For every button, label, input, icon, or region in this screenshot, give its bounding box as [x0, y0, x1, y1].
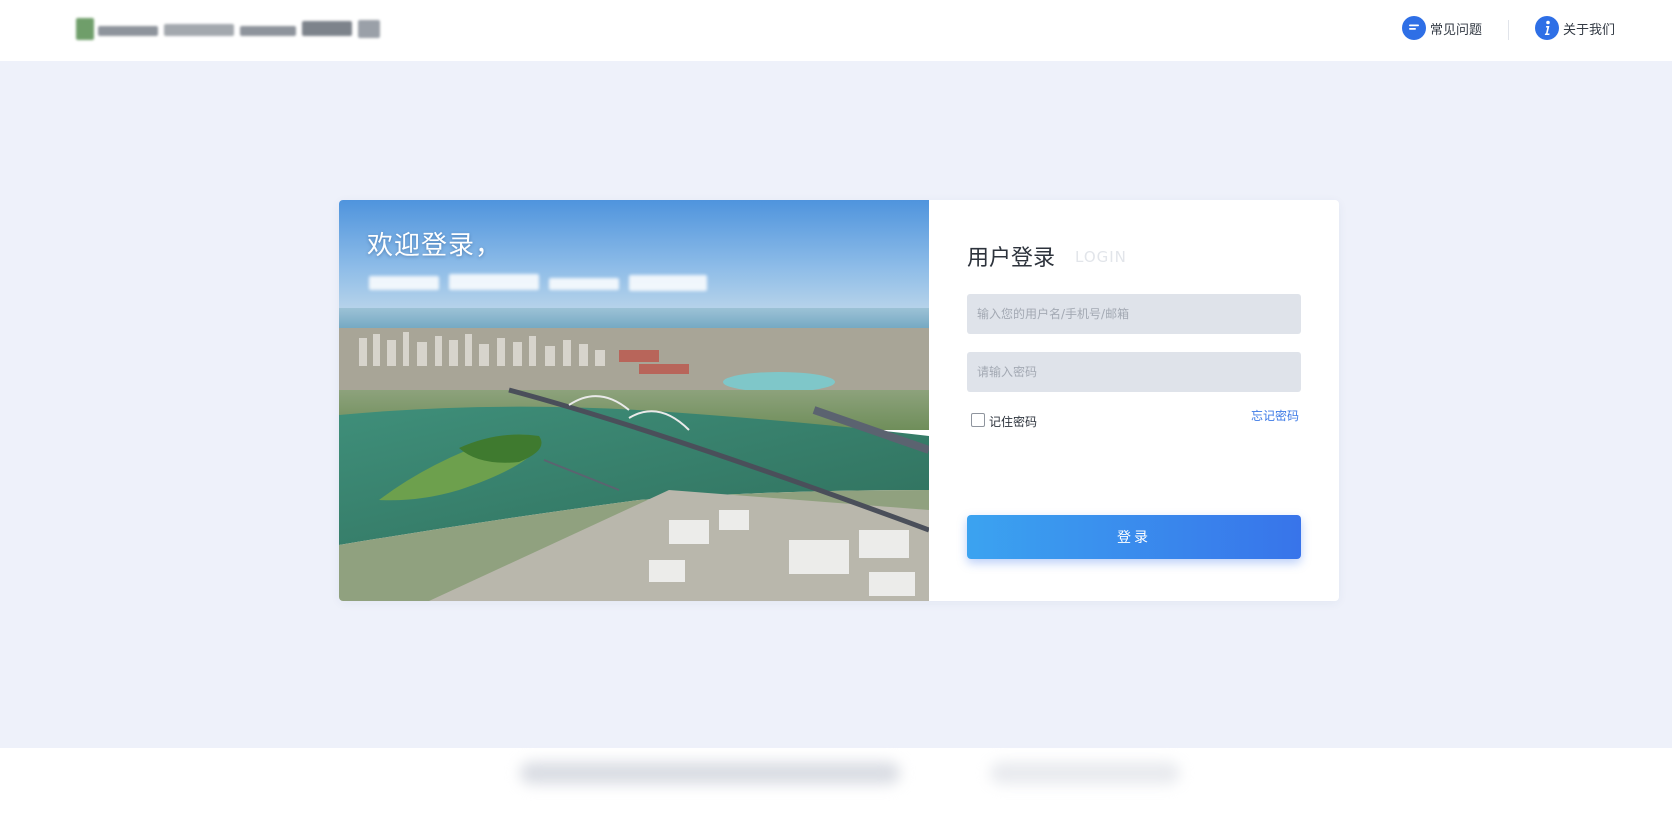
- login-button[interactable]: 登录: [967, 515, 1301, 559]
- hero-subtitle-obscured: [369, 270, 707, 296]
- login-panel: 用户登录 LOGIN 记住密码 忘记密码 登录: [929, 200, 1339, 601]
- remember-label: 记住密码: [989, 415, 1038, 429]
- hero-title: 欢迎登录，: [367, 231, 503, 261]
- login-title: 用户登录: [967, 246, 1056, 271]
- nav-about[interactable]: 关于我们: [1535, 16, 1615, 40]
- remember-checkbox[interactable]: [971, 412, 985, 427]
- remember-password[interactable]: 记住密码: [971, 409, 1037, 430]
- forgot-password-link[interactable]: 忘记密码: [1251, 407, 1299, 424]
- hero-image: 欢迎登录，: [339, 200, 929, 601]
- footer-text-obscured: [990, 762, 1180, 784]
- password-input[interactable]: [967, 352, 1301, 392]
- nav-about-label: 关于我们: [1563, 22, 1616, 38]
- footer-text-obscured: [520, 762, 900, 784]
- site-logo[interactable]: [76, 16, 380, 48]
- chat-bubble-icon: [1402, 16, 1426, 40]
- username-input[interactable]: [967, 294, 1301, 334]
- login-title-en: LOGIN: [1075, 248, 1127, 266]
- login-card: 欢迎登录， 用户登录 LOGIN 记住密码 忘记密码 登录: [339, 200, 1339, 601]
- top-header: 常见问题 关于我们: [0, 0, 1672, 61]
- nav-faq[interactable]: 常见问题: [1402, 16, 1482, 40]
- info-icon: [1535, 16, 1559, 40]
- nav-divider: [1508, 20, 1509, 40]
- nav-faq-label: 常见问题: [1430, 22, 1483, 38]
- footer: [0, 748, 1672, 814]
